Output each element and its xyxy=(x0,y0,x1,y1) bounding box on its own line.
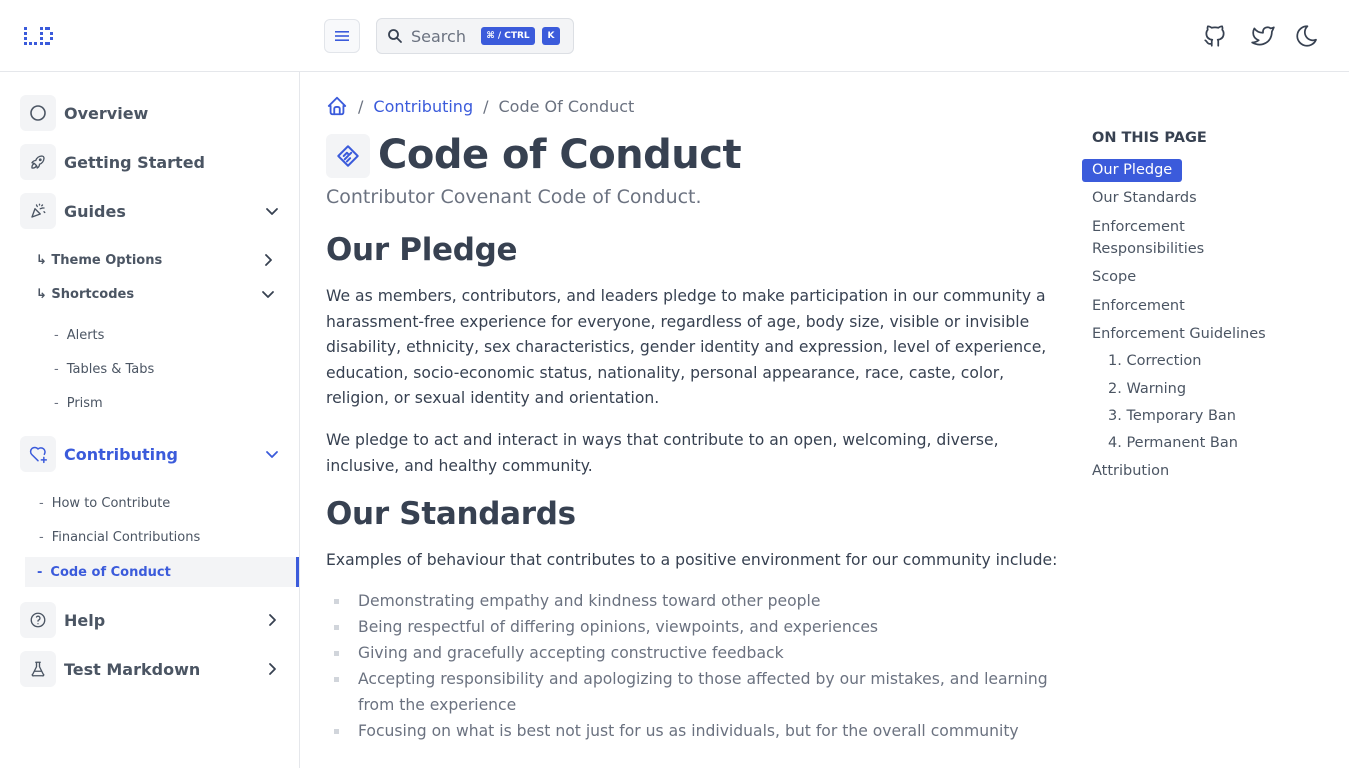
hamburger-icon xyxy=(335,31,349,41)
toc-item-scope[interactable]: Scope xyxy=(1092,266,1136,288)
sidebar-item-how-to-contribute[interactable]: - How to Contribute xyxy=(39,491,170,515)
toc-title: ON THIS PAGE xyxy=(1092,130,1207,146)
breadcrumb-link-contributing[interactable]: Contributing xyxy=(373,97,473,116)
top-header: Search ⌘ / CTRL K xyxy=(0,0,1349,72)
sidebar-item-label: Help xyxy=(64,610,106,630)
breadcrumb-separator: / xyxy=(358,96,364,116)
list-item: Accepting responsibility and apologizing… xyxy=(326,666,1068,718)
pledge-paragraph-2: We pledge to act and interact in ways th… xyxy=(326,431,999,475)
theme-toggle-button[interactable] xyxy=(1293,22,1321,50)
chevron-right-icon xyxy=(265,254,272,266)
standards-list: Demonstrating empathy and kindness towar… xyxy=(326,588,1068,744)
list-dash: - xyxy=(54,395,59,411)
circle-icon xyxy=(20,95,56,131)
toc-item-our-pledge[interactable]: Our Pledge xyxy=(1082,159,1183,182)
sidebar-leaf-label: Code of Conduct xyxy=(50,564,171,580)
list-item: Focusing on what is best not just for us… xyxy=(326,718,1068,744)
toc-item-enforcement-responsibilities[interactable]: Enforcement Responsibilities xyxy=(1092,216,1242,260)
sidebar-item-shortcodes[interactable]: ↳ Shortcodes xyxy=(36,282,286,306)
toc-item-enforcement-guidelines[interactable]: Enforcement Guidelines xyxy=(1092,323,1266,345)
list-item: Demonstrating empathy and kindness towar… xyxy=(326,588,1068,614)
heading-our-pledge: Our Pledge xyxy=(326,232,518,268)
sidebar-item-getting-started[interactable]: Getting Started xyxy=(20,144,290,180)
list-item: Being respectful of differing opinions, … xyxy=(326,614,1068,640)
menu-toggle-button[interactable] xyxy=(324,19,360,53)
sidebar-leaf-label: Alerts xyxy=(66,327,105,343)
help-circle-icon xyxy=(20,602,56,638)
sidebar-item-label: Overview xyxy=(64,103,149,123)
sidebar-item-label: Contributing xyxy=(64,444,178,464)
sidebar-item-alerts[interactable]: - Alerts xyxy=(54,323,104,347)
sidebar-item-contributing[interactable]: Contributing xyxy=(20,436,290,472)
heart-plus-icon xyxy=(20,436,56,472)
chevron-down-icon xyxy=(262,291,274,298)
sidebar-item-tables-tabs[interactable]: - Tables & Tabs xyxy=(54,357,154,381)
heading-our-standards: Our Standards xyxy=(326,496,576,532)
search-icon xyxy=(388,29,402,43)
confetti-icon xyxy=(20,193,56,229)
sidebar-item-theme-options[interactable]: ↳ Theme Options xyxy=(36,248,286,272)
search-key-badge: K xyxy=(542,27,560,45)
toc-item-our-standards[interactable]: Our Standards xyxy=(1092,187,1197,209)
toc-item-attribution[interactable]: Attribution xyxy=(1092,460,1169,482)
sidebar-item-label: Guides xyxy=(64,201,126,221)
chevron-right-icon xyxy=(269,614,276,626)
toc-item-enforcement[interactable]: Enforcement xyxy=(1092,295,1185,317)
chevron-right-icon xyxy=(269,663,276,675)
sidebar-item-help[interactable]: Help xyxy=(20,602,290,638)
standards-intro: Examples of behaviour that contributes t… xyxy=(326,551,1058,569)
sidebar-item-overview[interactable]: Overview xyxy=(20,95,290,131)
breadcrumb: / Contributing / Code Of Conduct xyxy=(326,94,634,118)
toc-item-warning[interactable]: 2. Warning xyxy=(1108,378,1186,400)
sidebar-item-financial-contributions[interactable]: - Financial Contributions xyxy=(39,525,200,549)
sidebar-leaf-label: Tables & Tabs xyxy=(66,361,155,377)
rocket-icon xyxy=(20,144,56,180)
breadcrumb-current: Code Of Conduct xyxy=(498,96,635,116)
sidebar-subitem-label: ↳ Theme Options xyxy=(36,252,163,268)
sidebar-leaf-label: Prism xyxy=(66,395,103,411)
chevron-down-icon xyxy=(266,208,278,215)
sidebar-item-guides[interactable]: Guides xyxy=(20,193,290,229)
pledge-paragraph-1: We as members, contributors, and leaders… xyxy=(326,287,1047,408)
list-dash: - xyxy=(54,361,59,377)
list-item: Giving and gracefully accepting construc… xyxy=(326,640,1068,666)
github-link[interactable] xyxy=(1201,22,1229,50)
list-dash: - xyxy=(37,564,43,580)
sidebar-item-code-of-conduct[interactable]: - Code of Conduct xyxy=(25,557,299,587)
page-title: Code of Conduct xyxy=(378,132,742,178)
list-dash: - xyxy=(39,495,44,511)
twitter-link[interactable] xyxy=(1249,22,1277,50)
sidebar-subitem-label: ↳ Shortcodes xyxy=(36,286,135,302)
home-icon[interactable] xyxy=(326,95,348,117)
sidebar-leaf-label: Financial Contributions xyxy=(51,529,201,545)
toc-item-correction[interactable]: 1. Correction xyxy=(1108,350,1201,372)
flask-icon xyxy=(20,651,56,687)
moon-icon xyxy=(1296,25,1317,47)
sidebar-item-label: Getting Started xyxy=(64,152,205,172)
sidebar-leaf-label: How to Contribute xyxy=(51,495,171,511)
sidebar-item-test-markdown[interactable]: Test Markdown xyxy=(20,651,290,687)
sidebar-item-label: Test Markdown xyxy=(64,659,201,679)
sidebar: Overview Getting Started Guides ↳ Theme … xyxy=(0,72,300,768)
github-icon xyxy=(1204,25,1225,47)
search-placeholder: Search xyxy=(411,26,466,46)
handshake-icon xyxy=(326,134,370,178)
sidebar-item-prism[interactable]: - Prism xyxy=(54,391,103,415)
chevron-down-icon xyxy=(266,451,278,458)
breadcrumb-separator: / xyxy=(483,96,489,116)
toc-item-temporary-ban[interactable]: 3. Temporary Ban xyxy=(1108,405,1236,427)
search-shortcut-badge: ⌘ / CTRL xyxy=(481,27,535,45)
search-input[interactable]: Search ⌘ / CTRL K xyxy=(376,18,574,54)
list-dash: - xyxy=(39,529,44,545)
list-dash: - xyxy=(54,327,59,343)
toc-item-permanent-ban[interactable]: 4. Permanent Ban xyxy=(1108,432,1238,454)
site-logo[interactable] xyxy=(22,24,62,48)
twitter-icon xyxy=(1251,26,1275,46)
page-lead: Contributor Covenant Code of Conduct. xyxy=(326,186,702,208)
